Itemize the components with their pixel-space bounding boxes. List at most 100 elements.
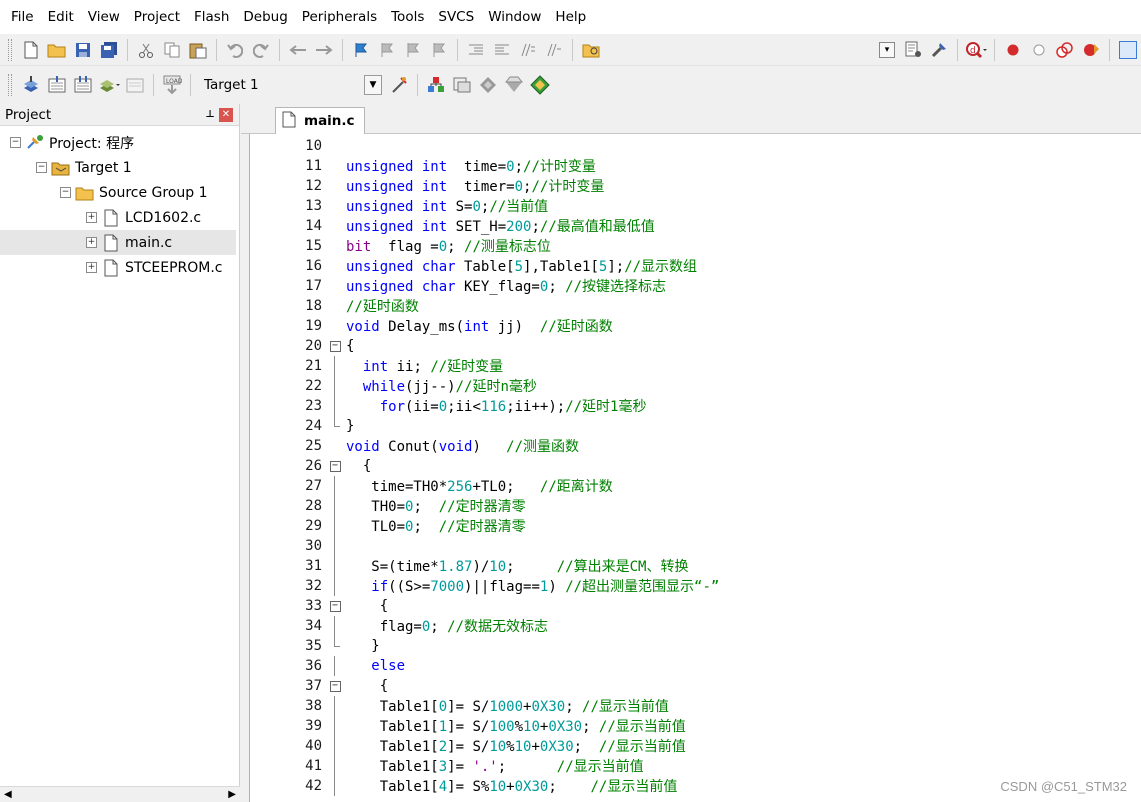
code-line[interactable]: 11 unsigned int time=0;//计时变量 — [250, 156, 1141, 176]
code-line[interactable]: 34 flag=0; //数据无效标志 — [250, 616, 1141, 636]
menu-edit[interactable]: Edit — [41, 0, 81, 34]
code-line[interactable]: 12 unsigned int timer=0;//计时变量 — [250, 176, 1141, 196]
file-extensions-icon[interactable] — [451, 74, 473, 96]
scroll-right-icon[interactable]: ▶ — [228, 789, 236, 800]
fold-gutter[interactable]: − — [326, 336, 344, 356]
code-line[interactable]: 33− { — [250, 596, 1141, 616]
code-line[interactable]: 21 int ii; //延时变量 — [250, 356, 1141, 376]
redo-icon[interactable] — [250, 39, 272, 61]
fold-gutter[interactable]: − — [326, 676, 344, 696]
collapse-icon[interactable]: − — [10, 137, 21, 148]
code-line[interactable]: 17 unsigned char KEY_flag=0; //按键选择标志 — [250, 276, 1141, 296]
code-line[interactable]: 20−{ — [250, 336, 1141, 356]
toolbar-grip[interactable] — [8, 74, 12, 96]
menu-debug[interactable]: Debug — [236, 0, 294, 34]
collapse-icon[interactable]: − — [329, 340, 341, 352]
tree-item[interactable]: − Target 1 — [0, 155, 239, 180]
chevron-down-icon[interactable]: ▼ — [364, 75, 382, 95]
translate-icon[interactable] — [20, 74, 42, 96]
code-line[interactable]: 16 unsigned char Table[5],Table1[5];//显示数… — [250, 256, 1141, 276]
code-line[interactable]: 30 — [250, 536, 1141, 556]
tab-main-c[interactable]: main.c — [275, 107, 365, 134]
horizontal-scrollbar[interactable]: ◀ ▶ — [0, 786, 240, 802]
code-line[interactable]: 28 TH0=0; //定时器清零 — [250, 496, 1141, 516]
manage-components-icon[interactable] — [529, 74, 551, 96]
menu-help[interactable]: Help — [548, 0, 593, 34]
find-in-files-icon[interactable] — [580, 39, 602, 61]
scroll-left-icon[interactable]: ◀ — [4, 789, 12, 800]
target-select-value[interactable]: Target 1 — [200, 74, 364, 96]
rebuild-icon[interactable] — [72, 74, 94, 96]
menu-view[interactable]: View — [81, 0, 127, 34]
kill-breakpoints-icon[interactable] — [1054, 39, 1076, 61]
expand-icon[interactable]: + — [86, 212, 97, 223]
code-line[interactable]: 29 TL0=0; //定时器清零 — [250, 516, 1141, 536]
build-icon[interactable] — [46, 74, 68, 96]
next-bookmark-icon[interactable] — [402, 39, 424, 61]
tree-item[interactable]: + STCEEPROM.c — [0, 255, 239, 280]
code-line[interactable]: 35 } — [250, 636, 1141, 656]
toolbar-grip[interactable] — [8, 38, 12, 61]
menu-file[interactable]: File — [4, 0, 41, 34]
collapse-icon[interactable]: − — [329, 460, 341, 472]
code-line[interactable]: 18 //延时函数 — [250, 296, 1141, 316]
tree-item[interactable]: − Project: 程序 — [0, 130, 239, 155]
fold-gutter[interactable]: − — [326, 596, 344, 616]
code-line[interactable]: 26− { — [250, 456, 1141, 476]
nav-forward-icon[interactable] — [313, 39, 335, 61]
code-line[interactable]: 38 Table1[0]= S/1000+0X30; //显示当前值 — [250, 696, 1141, 716]
menu-window[interactable]: Window — [481, 0, 548, 34]
code-line[interactable]: 10 — [250, 136, 1141, 156]
code-line[interactable]: 23 for(ii=0;ii<116;ii++);//延时1毫秒 — [250, 396, 1141, 416]
uncomment-icon[interactable] — [543, 39, 565, 61]
code-line[interactable]: 39 Table1[1]= S/100%10+0X30; //显示当前值 — [250, 716, 1141, 736]
breakpoint-icon[interactable] — [1002, 39, 1024, 61]
paste-icon[interactable] — [187, 39, 209, 61]
code-editor[interactable]: 10 11 unsigned int time=0;//计时变量 12 unsigned… — [249, 134, 1141, 802]
menu-flash[interactable]: Flash — [187, 0, 236, 34]
code-line[interactable]: 27 time=TH0*256+TL0; //距离计数 — [250, 476, 1141, 496]
collapse-icon[interactable]: − — [36, 162, 47, 173]
stop-build-icon[interactable] — [124, 74, 146, 96]
tools-icon[interactable] — [928, 39, 950, 61]
tree-item[interactable]: + main.c — [0, 230, 236, 255]
menu-svcs[interactable]: SVCS — [431, 0, 481, 34]
code-line[interactable]: 32 if((S>=7000)||flag==1) //超出测量范围显示“-” — [250, 576, 1141, 596]
tree-item[interactable]: + LCD1602.c — [0, 205, 239, 230]
code-line[interactable]: 13 unsigned int S=0;//当前值 — [250, 196, 1141, 216]
code-line[interactable]: 19 void Delay_ms(int jj) //延时函数 — [250, 316, 1141, 336]
dropdown-icon[interactable]: ▾ — [876, 39, 898, 61]
prev-bookmark-icon[interactable] — [376, 39, 398, 61]
manage-project-icon[interactable] — [425, 74, 447, 96]
batch-build-icon[interactable] — [98, 74, 120, 96]
code-line[interactable]: 40 Table1[2]= S/10%10+0X30; //显示当前值 — [250, 736, 1141, 756]
fold-gutter[interactable]: − — [326, 456, 344, 476]
code-line[interactable]: 37− { — [250, 676, 1141, 696]
code-line[interactable]: 24} — [250, 416, 1141, 436]
pack-installer-icon[interactable] — [477, 74, 499, 96]
menu-tools[interactable]: Tools — [384, 0, 431, 34]
copy-icon[interactable] — [161, 39, 183, 61]
collapse-icon[interactable]: − — [60, 187, 71, 198]
document-settings-icon[interactable] — [902, 39, 924, 61]
clear-bookmarks-icon[interactable] — [428, 39, 450, 61]
menu-project[interactable]: Project — [127, 0, 187, 34]
code-line[interactable]: 22 while(jj--)//延时n毫秒 — [250, 376, 1141, 396]
save-icon[interactable] — [72, 39, 94, 61]
target-select[interactable]: Target 1 ▼ — [200, 74, 382, 96]
code-line[interactable]: 36 else — [250, 656, 1141, 676]
collapse-icon[interactable]: − — [329, 680, 341, 692]
save-all-icon[interactable] — [98, 39, 120, 61]
disable-breakpoint-icon[interactable] — [1028, 39, 1050, 61]
code-line[interactable]: 31 S=(time*1.87)/10; //算出来是CM、转换 — [250, 556, 1141, 576]
select-packs-icon[interactable] — [503, 74, 525, 96]
debug-start-icon[interactable]: d — [965, 39, 987, 61]
window-layout-icon[interactable] — [1117, 39, 1139, 61]
pin-icon[interactable]: ⊥ — [201, 109, 219, 120]
tree-item[interactable]: − Source Group 1 — [0, 180, 239, 205]
cut-icon[interactable] — [135, 39, 157, 61]
download-icon[interactable]: LOAD — [161, 74, 183, 96]
code-line[interactable]: 41 Table1[3]= '.'; //显示当前值 — [250, 756, 1141, 776]
unindent-icon[interactable] — [491, 39, 513, 61]
clear-breakpoints-icon[interactable] — [1080, 39, 1102, 61]
